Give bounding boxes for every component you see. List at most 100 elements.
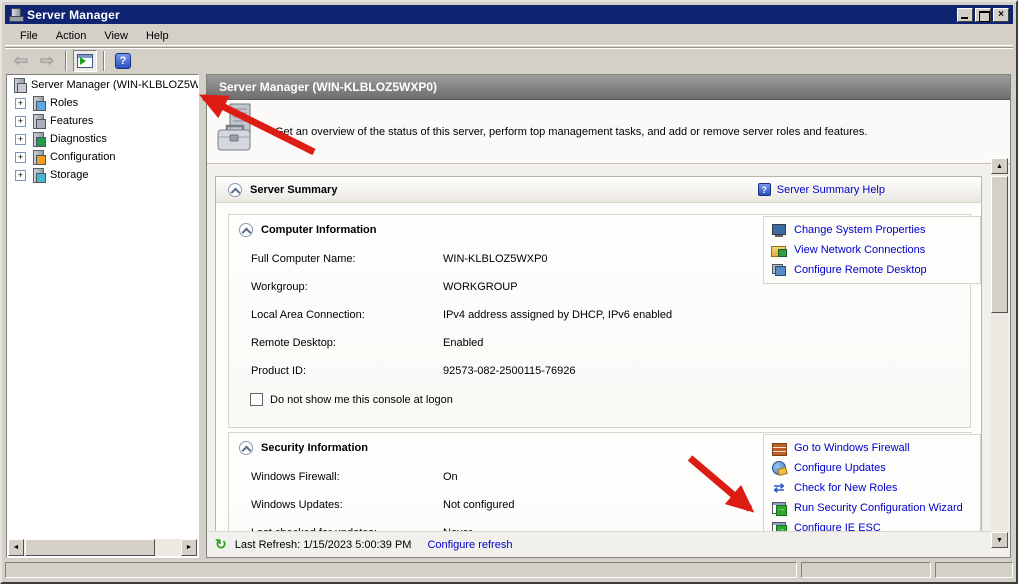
features-icon <box>30 113 46 129</box>
expand-plus-icon[interactable]: + <box>15 152 26 163</box>
field-value: IPv4 address assigned by DHCP, IPv6 enab… <box>443 309 970 321</box>
link-row[interactable]: Change System Properties <box>764 220 980 240</box>
toolbar-separator <box>65 51 67 71</box>
server-toolbox-icon <box>215 103 261 160</box>
change-system-properties-link[interactable]: Change System Properties <box>794 224 925 236</box>
tree-item-configuration[interactable]: + Configuration <box>7 149 198 165</box>
view-network-connections-link[interactable]: View Network Connections <box>794 244 925 256</box>
menu-action[interactable]: Action <box>47 28 96 44</box>
console-tree-panel: Server Manager (WIN-KLBLOZ5WXI + Roles +… <box>6 74 199 558</box>
configure-remote-desktop-link[interactable]: Configure Remote Desktop <box>794 264 927 276</box>
toolbar: ⇦ ⇨ ? <box>5 47 1013 73</box>
configure-refresh-link[interactable]: Configure refresh <box>427 539 512 551</box>
tree-item-storage[interactable]: + Storage <box>7 167 198 183</box>
title-bar[interactable]: Server Manager × <box>5 5 1013 24</box>
console-logon-checkbox[interactable] <box>250 393 263 406</box>
field-label: Workgroup: <box>251 281 443 293</box>
collapse-chevron-icon[interactable] <box>239 441 253 455</box>
tree-root-label: Server Manager (WIN-KLBLOZ5WXI <box>31 79 199 91</box>
link-row[interactable]: View Network Connections <box>764 240 980 260</box>
scroll-down-icon[interactable]: ▼ <box>991 532 1008 548</box>
link-row[interactable]: ⇄ Check for New Roles <box>764 478 980 498</box>
help-icon: ? <box>115 53 131 69</box>
menu-help[interactable]: Help <box>137 28 178 44</box>
server-summary-help-link[interactable]: Server Summary Help <box>777 184 885 196</box>
expand-plus-icon[interactable]: + <box>15 98 26 109</box>
scroll-left-icon[interactable]: ◄ <box>8 539 24 556</box>
firewall-icon <box>771 440 787 456</box>
system-properties-icon <box>771 222 787 238</box>
diagnostics-icon <box>30 131 46 147</box>
expand-plus-icon[interactable]: + <box>15 134 26 145</box>
link-row[interactable]: Run Security Configuration Wizard <box>764 498 980 518</box>
expand-plus-icon[interactable]: + <box>15 170 26 181</box>
collapse-chevron-icon[interactable] <box>228 183 242 197</box>
details-header-bar: Server Manager (WIN-KLBLOZ5WXP0) <box>207 75 1010 100</box>
forward-arrow-icon: ⇨ <box>40 52 54 70</box>
refresh-icon: ↻ <box>215 536 227 553</box>
console-tree-icon <box>77 54 93 68</box>
field-row: Product ID: 92573-082-2500115-76926 <box>229 357 970 385</box>
menu-file[interactable]: File <box>11 28 47 44</box>
scroll-up-icon[interactable]: ▲ <box>991 158 1008 174</box>
link-row[interactable]: Go to Windows Firewall <box>764 438 980 458</box>
tree-item-diagnostics[interactable]: + Diagnostics <box>7 131 198 147</box>
field-value: 92573-082-2500115-76926 <box>443 365 970 377</box>
tree-item-label: Storage <box>50 169 89 181</box>
details-pane: Server Manager (WIN-KLBLOZ5WXP0) Get an … <box>206 74 1011 558</box>
refresh-status-row: ↻ Last Refresh: 1/15/2023 5:00:39 PM Con… <box>207 531 1010 557</box>
status-bar <box>4 560 1014 580</box>
field-row: Local Area Connection: IPv4 address assi… <box>229 301 970 329</box>
server-summary-help[interactable]: ? Server Summary Help <box>758 183 885 196</box>
maximize-button[interactable] <box>975 8 991 22</box>
tree-item-roles[interactable]: + Roles <box>7 95 198 111</box>
scrollbar-thumb[interactable] <box>25 539 155 556</box>
back-arrow-icon: ⇦ <box>14 52 28 70</box>
configure-ie-esc-link[interactable]: Configure IE ESC <box>794 522 881 531</box>
window-title: Server Manager <box>27 8 120 22</box>
menu-view[interactable]: View <box>95 28 137 44</box>
run-security-configuration-wizard-link[interactable]: Run Security Configuration Wizard <box>794 502 963 514</box>
minimize-button[interactable] <box>957 8 973 22</box>
details-vertical-scrollbar[interactable]: ▲ ▼ <box>991 158 1008 548</box>
check-for-new-roles-link[interactable]: Check for New Roles <box>794 482 897 494</box>
tree-root-server-manager[interactable]: Server Manager (WIN-KLBLOZ5WXI <box>7 77 198 93</box>
check-new-roles-icon: ⇄ <box>771 480 787 496</box>
scroll-right-icon[interactable]: ► <box>181 539 197 556</box>
forward-button[interactable]: ⇨ <box>35 50 59 72</box>
configure-updates-link[interactable]: Configure Updates <box>794 462 886 474</box>
scrollbar-thumb[interactable] <box>991 176 1008 313</box>
link-row[interactable]: Configure IE ESC <box>764 518 980 531</box>
computer-information-links: Change System Properties View Network Co… <box>763 216 981 284</box>
menu-bar: File Action View Help <box>5 26 1013 46</box>
close-button[interactable]: × <box>993 8 1009 22</box>
computer-information-title: Computer Information <box>261 224 377 236</box>
console-logon-checkbox-label: Do not show me this console at logon <box>270 394 453 406</box>
updates-icon <box>771 460 787 476</box>
show-console-tree-button[interactable] <box>73 50 97 72</box>
status-segment <box>801 562 931 578</box>
field-value: Enabled <box>443 337 970 349</box>
tree-horizontal-scrollbar[interactable]: ◄ ► <box>8 539 197 556</box>
go-to-windows-firewall-link[interactable]: Go to Windows Firewall <box>794 442 910 454</box>
security-wizard-icon <box>771 500 787 516</box>
tree-item-label: Roles <box>50 97 78 109</box>
collapse-chevron-icon[interactable] <box>239 223 253 237</box>
field-label: Product ID: <box>251 365 443 377</box>
summary-scroll-area: Server Summary ? Server Summary Help Com… <box>207 164 1010 531</box>
field-label: Full Computer Name: <box>251 253 443 265</box>
tree-item-features[interactable]: + Features <box>7 113 198 129</box>
back-button[interactable]: ⇦ <box>9 50 33 72</box>
help-button[interactable]: ? <box>111 50 135 72</box>
storage-icon <box>30 167 46 183</box>
field-label: Windows Firewall: <box>251 471 443 483</box>
link-row[interactable]: Configure Updates <box>764 458 980 478</box>
details-header-title: Server Manager (WIN-KLBLOZ5WXP0) <box>219 80 437 94</box>
tree-item-label: Features <box>50 115 93 127</box>
link-row[interactable]: Configure Remote Desktop <box>764 260 980 280</box>
scrollbar-track[interactable] <box>155 539 181 556</box>
server-manager-window: Server Manager × File Action View Help ⇦… <box>0 0 1018 584</box>
field-label: Local Area Connection: <box>251 309 443 321</box>
expand-plus-icon[interactable]: + <box>15 116 26 127</box>
last-refresh-text: Last Refresh: 1/15/2023 5:00:39 PM <box>235 539 412 551</box>
